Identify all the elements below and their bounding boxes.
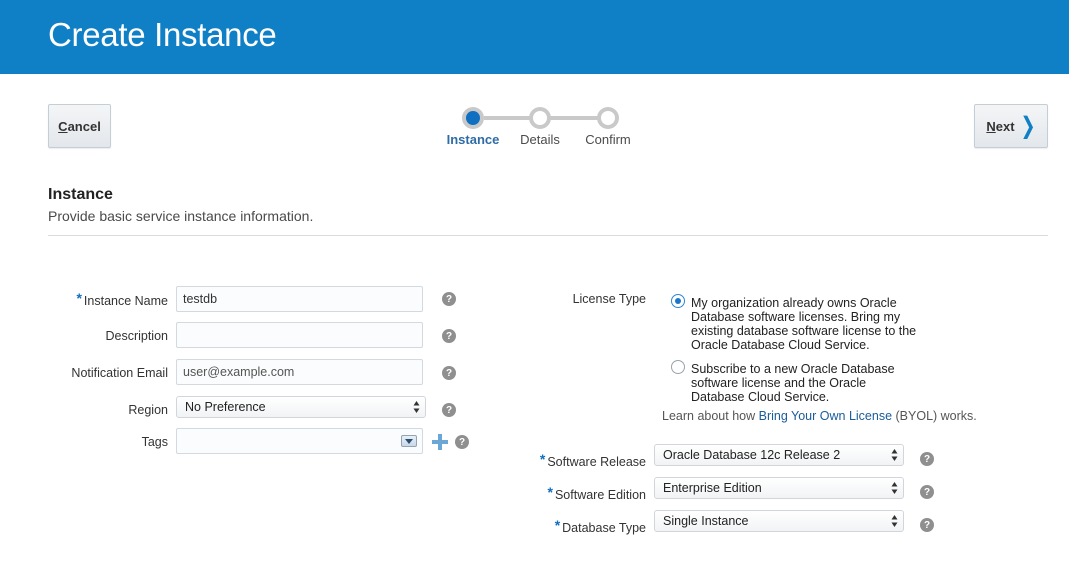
train-stop-details[interactable] [529,107,551,129]
required-marker: * [76,290,82,306]
help-icon[interactable]: ? [442,329,456,343]
cancel-button[interactable]: Cancel [48,104,111,148]
description-input[interactable] [176,322,423,348]
region-label: Region [128,403,168,417]
train-connector [484,116,534,120]
software-release-label: * Software Release [539,451,646,469]
chevron-right-icon: ❯ [1020,112,1036,139]
software-edition-label: * Software Edition [547,484,646,502]
help-icon[interactable]: ? [920,518,934,532]
required-marker: * [539,451,546,467]
database-type-label: * Database Type [554,517,646,535]
tags-label: Tags [141,435,168,449]
license-subscribe-radio[interactable] [671,360,685,374]
license-byol-radio[interactable] [671,294,685,308]
train-connector [550,116,600,120]
help-icon[interactable]: ? [920,452,934,466]
select-arrows-icon [891,515,898,527]
help-icon[interactable]: ? [442,403,456,417]
page-header: Create Instance [0,0,1069,74]
help-icon[interactable]: ? [455,435,469,449]
section-title: Instance [48,186,113,203]
license-byol-text: My organization already owns Oracle Data… [691,296,917,352]
plus-icon[interactable] [432,434,448,450]
next-button-label: Next [986,118,1015,134]
page-title: Create Instance [48,16,277,53]
section-subtitle: Provide basic service instance informati… [48,208,314,224]
train-stop-confirm[interactable] [597,107,619,129]
tags-combobox[interactable] [176,428,423,454]
instance-name-input[interactable]: testdb [176,286,423,312]
notification-email-label: Notification Email [71,366,168,380]
select-arrows-icon [413,401,420,413]
cancel-button-label: Cancel [58,118,101,134]
help-icon[interactable]: ? [442,292,456,306]
instance-name-label: * Instance Name [76,290,168,308]
select-arrows-icon [891,449,898,461]
required-marker: * [547,484,553,500]
help-icon[interactable]: ? [442,366,456,380]
help-icon[interactable]: ? [920,485,934,499]
section-divider [48,235,1048,236]
region-select[interactable]: No Preference [176,396,426,418]
next-button[interactable]: Next ❯ [974,104,1048,148]
select-arrows-icon [891,482,898,494]
description-label: Description [105,329,168,343]
software-release-select[interactable]: Oracle Database 12c Release 2 [654,444,904,466]
train-label-confirm[interactable]: Confirm [568,132,648,147]
license-subscribe-text: Subscribe to a new Oracle Database softw… [691,362,895,404]
train-stop-instance[interactable] [462,107,484,129]
required-marker: * [554,517,561,533]
byol-link[interactable]: Bring Your Own License [759,409,892,423]
database-type-select[interactable]: Single Instance [654,510,904,532]
byol-note: Learn about how Bring Your Own License (… [662,409,977,423]
notification-email-input[interactable]: user@example.com [176,359,423,385]
combo-dropdown-icon[interactable] [401,435,417,447]
license-type-label: License Type [572,292,646,306]
software-edition-select[interactable]: Enterprise Edition [654,477,904,499]
